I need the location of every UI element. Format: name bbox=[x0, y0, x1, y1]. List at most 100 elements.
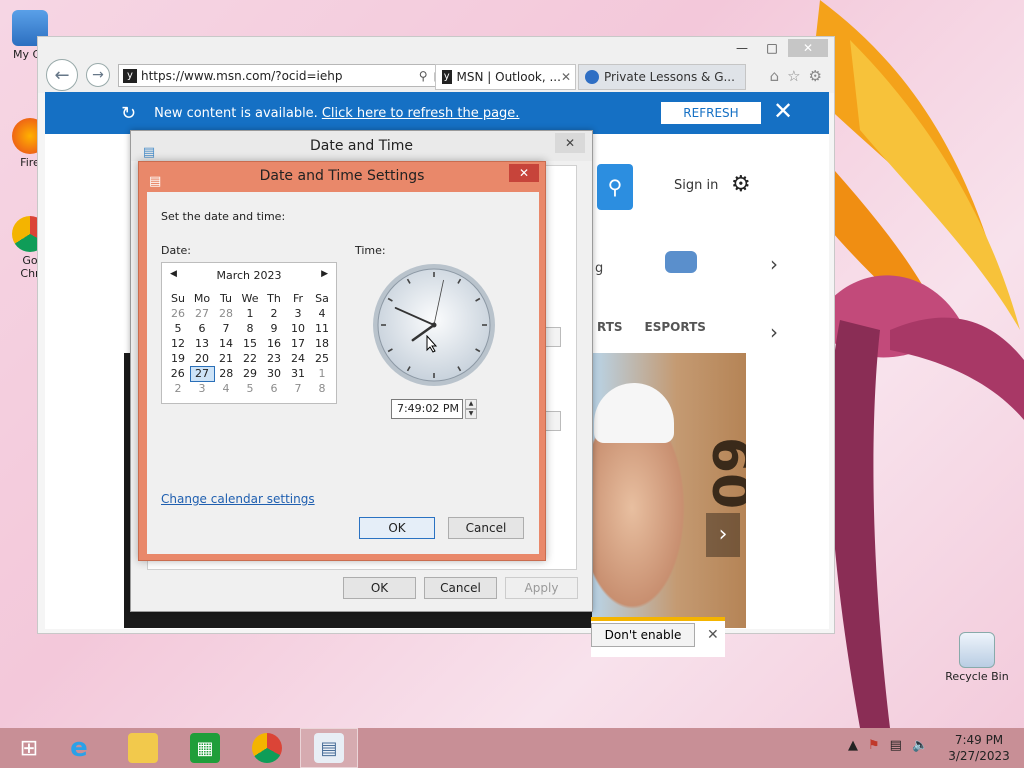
weekday-header: Tu bbox=[219, 292, 233, 305]
calendar-day[interactable]: 27 bbox=[189, 365, 215, 382]
calendar-day[interactable]: 5 bbox=[166, 321, 190, 336]
calendar-month[interactable]: March 2023 bbox=[162, 269, 336, 285]
network-icon[interactable]: ▤ bbox=[890, 738, 902, 753]
refresh-button[interactable]: REFRESH bbox=[661, 102, 761, 124]
calendar-day[interactable]: 20 bbox=[190, 351, 214, 366]
taskbar-store[interactable]: ▦ bbox=[176, 728, 234, 768]
calendar-day[interactable]: 1 bbox=[310, 366, 334, 381]
calendar-day[interactable]: 5 bbox=[238, 381, 262, 396]
calendar-day[interactable]: 30 bbox=[262, 366, 286, 381]
show-hidden-icons-icon[interactable]: ▲ bbox=[848, 738, 858, 753]
change-calendar-settings-link[interactable]: Change calendar settings bbox=[161, 492, 315, 506]
maximize-button[interactable]: □ bbox=[758, 39, 786, 57]
time-input[interactable]: 7:49:02 PM bbox=[391, 399, 463, 419]
calendar-day[interactable]: 13 bbox=[190, 336, 214, 351]
calendar-day[interactable]: 28 bbox=[214, 306, 238, 321]
chevron-right-icon[interactable]: › bbox=[770, 320, 778, 344]
close-prompt-icon[interactable]: ✕ bbox=[707, 627, 719, 643]
sign-in-link[interactable]: Sign in bbox=[674, 178, 718, 193]
taskbar-file-explorer[interactable] bbox=[114, 728, 172, 768]
action-center-flag-icon[interactable]: ⚑ bbox=[868, 738, 880, 753]
calendar-day[interactable]: 11 bbox=[310, 321, 334, 336]
settings-gear-icon[interactable]: ⚙ bbox=[809, 67, 822, 85]
apply-button[interactable]: Apply bbox=[505, 577, 578, 599]
calendar-day[interactable]: 21 bbox=[214, 351, 238, 366]
calendar-day[interactable]: 10 bbox=[286, 321, 310, 336]
calendar-day[interactable]: 16 bbox=[262, 336, 286, 351]
ok-button[interactable]: OK bbox=[343, 577, 416, 599]
close-button[interactable]: ✕ bbox=[788, 39, 828, 57]
calendar-day[interactable]: 4 bbox=[310, 306, 334, 321]
calendar-day[interactable]: 6 bbox=[262, 381, 286, 396]
calendar-day[interactable]: 23 bbox=[262, 351, 286, 366]
search-icon[interactable]: ⚲ bbox=[419, 69, 428, 83]
calendar-day[interactable]: 12 bbox=[166, 336, 190, 351]
weekday-header: Th bbox=[267, 292, 281, 305]
calendar-day[interactable]: 6 bbox=[190, 321, 214, 336]
calendar-day[interactable]: 4 bbox=[214, 381, 238, 396]
calendar-day[interactable]: 7 bbox=[214, 321, 238, 336]
minimize-button[interactable]: — bbox=[728, 39, 756, 57]
calendar-day[interactable]: 24 bbox=[286, 351, 310, 366]
calendar-day[interactable]: 22 bbox=[238, 351, 262, 366]
calendar-day[interactable]: 15 bbox=[238, 336, 262, 351]
weekday-header: Fr bbox=[292, 292, 304, 305]
calendar-day[interactable]: 26 bbox=[166, 366, 190, 381]
close-notification-icon[interactable]: ✕ bbox=[773, 98, 793, 124]
hidden-field bbox=[545, 327, 561, 347]
calendar-day[interactable]: 8 bbox=[238, 321, 262, 336]
settings-gear-icon[interactable]: ⚙ bbox=[731, 172, 751, 197]
desktop-icon-recycle-bin[interactable]: Recycle Bin bbox=[945, 632, 1009, 683]
forward-button[interactable]: → bbox=[86, 63, 110, 87]
carousel-next-button[interactable]: › bbox=[706, 513, 740, 557]
favorites-star-icon[interactable]: ☆ bbox=[787, 67, 800, 85]
close-dialog-button[interactable]: ✕ bbox=[509, 164, 539, 182]
cancel-button[interactable]: Cancel bbox=[424, 577, 497, 599]
spin-up-icon[interactable]: ▲ bbox=[465, 399, 477, 409]
ok-button[interactable]: OK bbox=[359, 517, 435, 539]
calendar-day[interactable]: 29 bbox=[238, 366, 262, 381]
chevron-right-icon[interactable]: › bbox=[770, 252, 778, 276]
tab-private-lessons[interactable]: Private Lessons & G... bbox=[578, 64, 746, 90]
calendar-day[interactable]: 26 bbox=[166, 306, 190, 321]
calendar-day[interactable]: 3 bbox=[286, 306, 310, 321]
taskbar-internet-explorer[interactable]: e bbox=[50, 728, 108, 768]
back-button[interactable]: ← bbox=[46, 59, 78, 91]
calendar-day[interactable]: 1 bbox=[238, 306, 262, 321]
calendar-day[interactable]: 9 bbox=[262, 321, 286, 336]
taskbar-chrome[interactable] bbox=[238, 728, 296, 768]
address-bar[interactable]: y https://www.msn.com/?ocid=iehp ⚲ ▣ ↻ bbox=[118, 64, 468, 87]
calendar-day[interactable]: 2 bbox=[166, 381, 190, 396]
taskbar-time: 7:49 PM bbox=[954, 733, 1004, 747]
refresh-page-link[interactable]: Click here to refresh the page. bbox=[322, 106, 520, 121]
dont-enable-button[interactable]: Don't enable bbox=[591, 623, 695, 647]
home-icon[interactable]: ⌂ bbox=[770, 67, 780, 85]
nav-link-esports[interactable]: ESPORTS bbox=[645, 320, 706, 334]
taskbar-date-time[interactable]: ▤ bbox=[300, 728, 358, 768]
nav-link-sports[interactable]: RTS bbox=[597, 320, 623, 334]
calendar-week-row: 2345678 bbox=[166, 381, 334, 396]
calendar-day[interactable]: 2 bbox=[262, 306, 286, 321]
cancel-button[interactable]: Cancel bbox=[448, 517, 524, 539]
close-dialog-button[interactable]: ✕ bbox=[555, 133, 585, 153]
calendar-day[interactable]: 3 bbox=[190, 381, 214, 396]
calendar-day[interactable]: 8 bbox=[310, 381, 334, 396]
taskbar-clock[interactable]: 7:49 PM 3/27/2023 bbox=[946, 732, 1012, 764]
spin-down-icon[interactable]: ▼ bbox=[465, 409, 477, 419]
calendar-day[interactable]: 14 bbox=[214, 336, 238, 351]
tab-close-icon[interactable]: ✕ bbox=[561, 70, 571, 84]
calendar-day[interactable]: 7 bbox=[286, 381, 310, 396]
search-button[interactable]: ⚲ bbox=[597, 164, 633, 210]
calendar-day[interactable]: 19 bbox=[166, 351, 190, 366]
calendar-day[interactable]: 25 bbox=[310, 351, 334, 366]
calendar-day[interactable]: 28 bbox=[214, 366, 238, 381]
time-spinner[interactable]: ▲ ▼ bbox=[465, 399, 477, 419]
calendar-day[interactable]: 18 bbox=[310, 336, 334, 351]
calendar-day[interactable]: 27 bbox=[190, 306, 214, 321]
volume-muted-icon[interactable]: 🔈 bbox=[912, 738, 928, 753]
calendar-day[interactable]: 31 bbox=[286, 366, 310, 381]
calendar-day[interactable]: 17 bbox=[286, 336, 310, 351]
next-month-icon[interactable]: ▶ bbox=[321, 269, 328, 279]
tab-msn[interactable]: y MSN | Outlook, ... ✕ bbox=[435, 64, 576, 90]
windows-logo-icon: ⊞ bbox=[19, 735, 39, 761]
